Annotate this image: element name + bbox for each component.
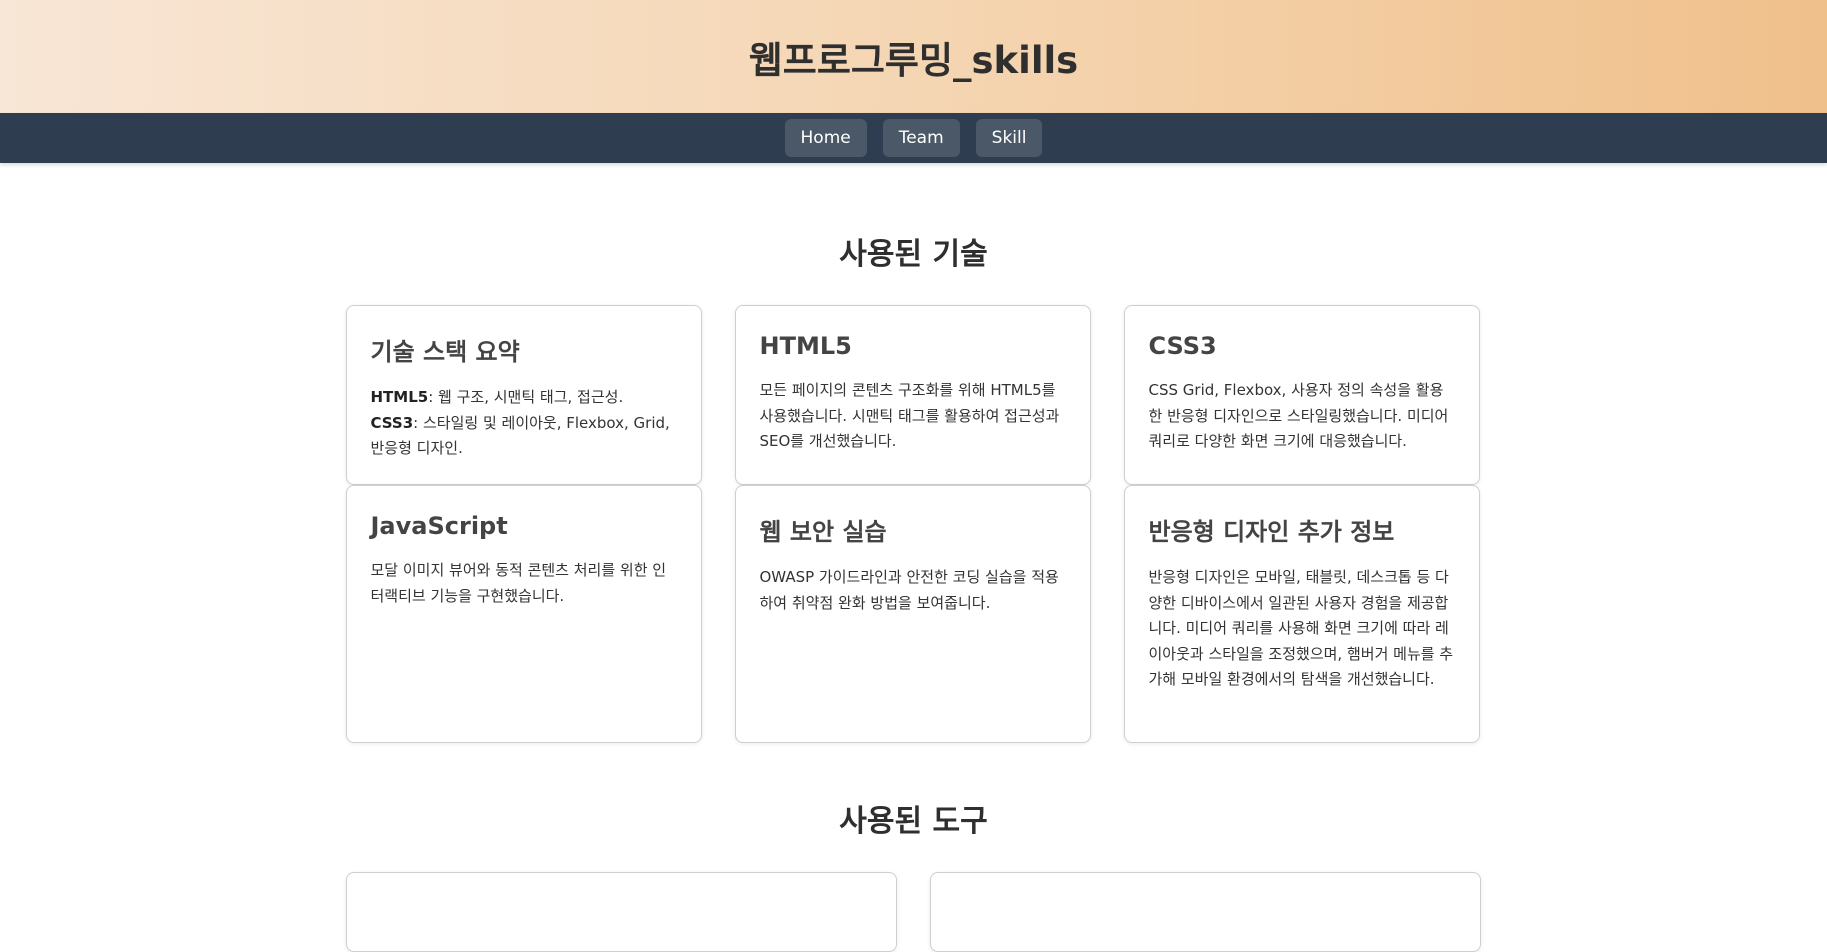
skill-card-css3: CSS3 CSS Grid, Flexbox, 사용자 정의 속성을 활용한 반… — [1123, 305, 1480, 485]
card-text: 모달 이미지 뷰어와 동적 콘텐츠 처리를 위한 인터랙티브 기능을 구현했습니… — [370, 561, 667, 605]
card-text: 모든 페이지의 콘텐츠 구조화를 위해 HTML5를 사용했습니다. 시맨틱 태… — [759, 381, 1060, 450]
css3-summary: : 스타일링 및 레이아웃, Flexbox, Grid, 반응형 디자인. — [370, 413, 670, 458]
card-title: 웹 보안 실습 — [759, 518, 887, 546]
card-title: HTML5 — [759, 332, 852, 360]
skill-card-html5: HTML5 모든 페이지의 콘텐츠 구조화를 위해 HTML5를 사용했습니다.… — [734, 305, 1091, 485]
skills-section-title: 사용된 기술 — [839, 237, 988, 272]
card-text: OWASP 가이드라인과 안전한 코딩 실습을 적용하여 취약점 완화 방법을 … — [759, 568, 1059, 612]
skills-section: 사용된 기술 기술 스택 요약 HTML5: 웹 구조, 시맨틱 태그, 접근성… — [345, 163, 1482, 743]
card-title: CSS3 — [1148, 332, 1217, 360]
card-title: 기술 스택 요약 — [370, 338, 520, 366]
card-title: 반응형 디자인 추가 정보 — [1148, 518, 1395, 546]
skill-card-summary: 기술 스택 요약 HTML5: 웹 구조, 시맨틱 태그, 접근성. CSS3:… — [345, 305, 702, 485]
main-nav: Home Team Skill — [0, 113, 1827, 163]
nav-home-link[interactable]: Home — [784, 119, 867, 157]
skill-card-web-security: 웹 보안 실습 OWASP 가이드라인과 안전한 코딩 실습을 적용하여 취약점… — [734, 485, 1091, 743]
card-text: CSS Grid, Flexbox, 사용자 정의 속성을 활용한 반응형 디자… — [1148, 381, 1449, 450]
tool-card — [929, 872, 1481, 952]
nav-team-link[interactable]: Team — [882, 119, 960, 157]
card-text: 반응형 디자인은 모바일, 태블릿, 데스크톱 등 다양한 디바이스에서 일관된… — [1148, 568, 1454, 688]
card-text: HTML5: 웹 구조, 시맨틱 태그, 접근성. CSS3: 스타일링 및 레… — [371, 385, 677, 462]
skills-grid: 기술 스택 요약 HTML5: 웹 구조, 시맨틱 태그, 접근성. CSS3:… — [345, 305, 1482, 743]
nav-skill-link[interactable]: Skill — [975, 119, 1043, 157]
html5-label: HTML5 — [370, 388, 429, 406]
site-title: 웹프로그루밍_skills — [748, 38, 1079, 82]
skill-card-javascript: JavaScript 모달 이미지 뷰어와 동적 콘텐츠 처리를 위한 인터랙티… — [345, 485, 702, 743]
tools-grid — [345, 872, 1482, 952]
tool-card — [345, 872, 897, 952]
html5-summary: : 웹 구조, 시맨틱 태그, 접근성. — [428, 388, 624, 406]
site-header: 웹프로그루밍_skills — [0, 0, 1827, 113]
tools-section: 사용된 도구 — [345, 743, 1482, 952]
card-title: JavaScript — [370, 512, 508, 540]
skill-card-responsive: 반응형 디자인 추가 정보 반응형 디자인은 모바일, 태블릿, 데스크톱 등 … — [1123, 485, 1480, 743]
tools-section-title: 사용된 도구 — [839, 804, 988, 839]
main-content: 사용된 기술 기술 스택 요약 HTML5: 웹 구조, 시맨틱 태그, 접근성… — [345, 163, 1482, 952]
css3-label: CSS3 — [370, 413, 414, 432]
